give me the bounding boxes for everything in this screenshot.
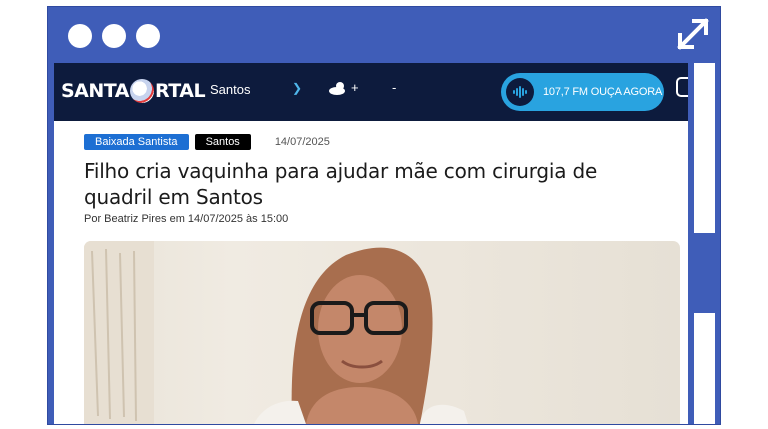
article-photo — [84, 241, 680, 424]
web-page-viewport: SANTA RTAL Santos ❯ + - 107,7 FM OUÇA AG… — [54, 63, 688, 424]
tag-baixada-santista[interactable]: Baixada Santista — [84, 134, 189, 150]
radio-label: 107,7 FM OUÇA AGORA — [543, 86, 663, 98]
window-dot-icon[interactable] — [136, 24, 160, 48]
article-headline: Filho cria vaquinha para ajudar mãe com … — [84, 159, 598, 209]
chevron-down-icon[interactable]: ❯ — [292, 81, 302, 95]
tag-santos[interactable]: Santos — [194, 134, 251, 150]
scrollbar-thumb[interactable] — [694, 233, 715, 313]
site-logo[interactable]: SANTA RTAL — [61, 76, 206, 106]
radio-wave-icon — [506, 78, 534, 106]
article-tags: Baixada Santista Santos 14/07/2025 — [84, 134, 330, 150]
site-header: SANTA RTAL Santos ❯ + - 107,7 FM OUÇA AG… — [54, 63, 688, 121]
instagram-icon[interactable] — [676, 77, 688, 97]
city-selector[interactable]: Santos — [210, 82, 250, 97]
article-byline: Por Beatriz Pires em 14/07/2025 às 15:00 — [84, 213, 289, 225]
browser-window: SANTA RTAL Santos ❯ + - 107,7 FM OUÇA AG… — [47, 6, 721, 425]
weather-min-temp: - — [392, 80, 397, 95]
window-dot-icon[interactable] — [68, 24, 92, 48]
radio-listen-button[interactable]: 107,7 FM OUÇA AGORA — [501, 73, 664, 111]
logo-text: RTAL — [154, 80, 206, 102]
expand-icon[interactable] — [676, 17, 710, 51]
article-date: 14/07/2025 — [274, 136, 330, 148]
window-dot-icon[interactable] — [102, 24, 126, 48]
logo-text: SANTA — [61, 80, 129, 102]
logo-ball-icon — [129, 79, 154, 103]
article-photo-image — [84, 241, 468, 424]
weather-max-temp: + — [351, 80, 359, 95]
weather-cloud-icon — [329, 82, 345, 95]
scrollbar[interactable] — [694, 63, 715, 424]
